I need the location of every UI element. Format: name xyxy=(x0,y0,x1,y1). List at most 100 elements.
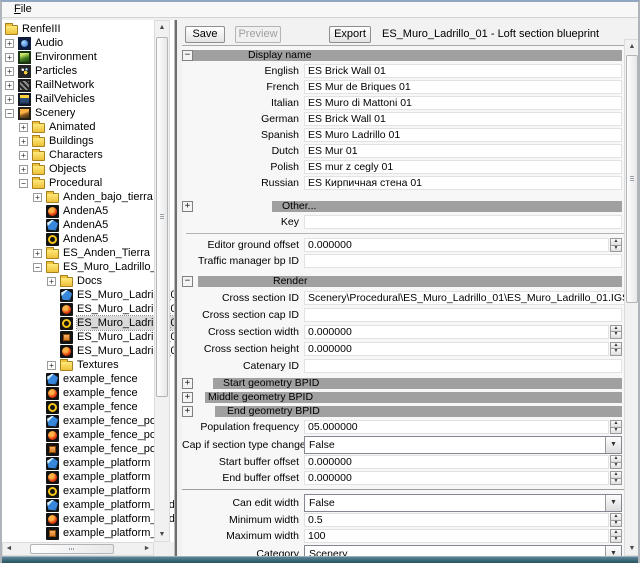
properties-vscroll-thumb[interactable] xyxy=(626,55,638,303)
tree-vscroll-thumb[interactable] xyxy=(156,37,168,397)
tree-item[interactable]: +Textures xyxy=(2,358,174,372)
tree-item[interactable]: example_fence_post xyxy=(2,428,174,442)
property-field[interactable] xyxy=(304,254,622,268)
spin-down-icon[interactable]: ▼ xyxy=(610,349,622,356)
chevron-down-icon[interactable]: ▼ xyxy=(605,546,621,557)
property-combobox[interactable]: False▼ xyxy=(304,436,622,454)
expand-icon[interactable]: + xyxy=(47,277,56,286)
expand-icon[interactable]: + xyxy=(19,123,28,132)
property-field[interactable]: 0.000000 xyxy=(304,471,609,485)
value-spinner[interactable]: ▲▼ xyxy=(610,455,622,469)
section-header-bar[interactable] xyxy=(272,201,622,212)
property-field[interactable]: ES Brick Wall 01 xyxy=(304,112,622,126)
collapse-icon[interactable]: − xyxy=(33,263,42,272)
section-expand-button[interactable]: + xyxy=(182,392,193,403)
tree-item[interactable]: −ES_Muro_Ladrillo_01 xyxy=(2,260,174,274)
section-expand-button[interactable]: + xyxy=(182,378,193,389)
expand-icon[interactable]: + xyxy=(5,53,14,62)
collapse-icon[interactable]: − xyxy=(5,109,14,118)
expand-icon[interactable]: + xyxy=(47,361,56,370)
spin-down-icon[interactable]: ▼ xyxy=(610,537,622,544)
chevron-down-icon[interactable]: ▼ xyxy=(605,437,621,453)
tree-item[interactable]: ES_Muro_Ladrillo_0 xyxy=(2,302,174,316)
tree-item[interactable]: +Objects xyxy=(2,162,174,176)
property-field[interactable]: 0.000000 xyxy=(304,455,609,469)
property-field[interactable]: 0.000000 xyxy=(304,342,609,356)
value-spinner[interactable]: ▲▼ xyxy=(610,238,622,252)
property-combobox[interactable]: False▼ xyxy=(304,494,622,512)
collapse-icon[interactable]: − xyxy=(19,179,28,188)
expand-icon[interactable]: + xyxy=(5,95,14,104)
tree-item[interactable]: +Particles xyxy=(2,64,174,78)
property-field[interactable]: 0.000000 xyxy=(304,238,609,252)
tree-item[interactable]: +Audio xyxy=(2,36,174,50)
spin-down-icon[interactable]: ▼ xyxy=(610,463,622,470)
property-field[interactable]: 100 xyxy=(304,529,609,543)
tree-item[interactable]: +Environment xyxy=(2,50,174,64)
property-field[interactable]: ES Muro Ladrillo 01 xyxy=(304,128,622,142)
property-field[interactable]: ES Brick Wall 01 xyxy=(304,64,622,78)
property-field[interactable]: 05.000000 xyxy=(304,420,609,434)
value-spinner[interactable]: ▲▼ xyxy=(610,471,622,485)
tree-item[interactable]: example_platform xyxy=(2,456,174,470)
property-field[interactable]: 0.000000 xyxy=(304,325,609,339)
tree-item[interactable]: +Buildings xyxy=(2,134,174,148)
property-field[interactable]: ES Mur 01 xyxy=(304,144,622,158)
tree-item[interactable]: +Anden_bajo_tierra xyxy=(2,190,174,204)
section-expand-button[interactable]: + xyxy=(182,406,193,417)
spin-down-icon[interactable]: ▼ xyxy=(610,428,622,435)
tree-item[interactable]: example_platform xyxy=(2,484,174,498)
tree-item[interactable]: AndenA5 xyxy=(2,218,174,232)
expand-icon[interactable]: + xyxy=(5,81,14,90)
property-combobox[interactable]: Scenery▼ xyxy=(304,545,622,557)
save-button[interactable]: Save xyxy=(185,26,225,43)
tree-item[interactable]: AndenA5 xyxy=(2,232,174,246)
export-button[interactable]: Export xyxy=(329,26,371,43)
section-expand-button[interactable]: + xyxy=(182,201,193,212)
scroll-down-icon[interactable]: ▼ xyxy=(625,542,639,555)
property-field[interactable] xyxy=(304,215,622,229)
tree-item[interactable]: example_fence_post xyxy=(2,442,174,456)
tree-item[interactable]: +Characters xyxy=(2,148,174,162)
property-field[interactable]: ES Mur de Briques 01 xyxy=(304,80,622,94)
tree-vertical-scrollbar[interactable]: ▲ ▼ xyxy=(154,20,170,542)
tree-item[interactable]: +Docs xyxy=(2,274,174,288)
tree-item[interactable]: ES_Muro_Ladrillo_0 xyxy=(2,288,174,302)
property-field[interactable]: ES Muro di Mattoni 01 xyxy=(304,96,622,110)
expand-icon[interactable]: + xyxy=(33,249,42,258)
chevron-down-icon[interactable]: ▼ xyxy=(605,495,621,511)
tree-item[interactable]: +Animated xyxy=(2,120,174,134)
expand-icon[interactable]: + xyxy=(19,137,28,146)
property-field[interactable] xyxy=(304,308,622,322)
tree-hscroll-thumb[interactable] xyxy=(30,544,114,554)
tree-item[interactable]: +RailNetwork xyxy=(2,78,174,92)
property-field[interactable]: ES mur z cegly 01 xyxy=(304,160,622,174)
value-spinner[interactable]: ▲▼ xyxy=(610,513,622,527)
scroll-left-icon[interactable]: ◄ xyxy=(3,543,15,555)
panel-divider[interactable] xyxy=(174,20,177,556)
value-spinner[interactable]: ▲▼ xyxy=(610,325,622,339)
tree-item[interactable]: example_fence_post xyxy=(2,414,174,428)
spin-down-icon[interactable]: ▼ xyxy=(610,332,622,339)
tree-item[interactable]: example_platform xyxy=(2,470,174,484)
scroll-right-icon[interactable]: ► xyxy=(141,543,153,555)
section-header-bar[interactable] xyxy=(198,276,622,287)
scroll-up-icon[interactable]: ▲ xyxy=(155,21,169,34)
section-collapse-button[interactable]: − xyxy=(182,276,193,287)
tree-item[interactable]: −Procedural xyxy=(2,176,174,190)
scroll-up-icon[interactable]: ▲ xyxy=(625,40,639,53)
spin-down-icon[interactable]: ▼ xyxy=(610,521,622,528)
tree-item[interactable]: example_platform_end xyxy=(2,512,174,526)
tree-item[interactable]: +RailVehicles xyxy=(2,92,174,106)
value-spinner[interactable]: ▲▼ xyxy=(610,342,622,356)
tree-item[interactable]: +ES_Anden_Tierra xyxy=(2,246,174,260)
tree-item[interactable]: ES_Muro_Ladrillo_0 xyxy=(2,316,174,330)
property-field[interactable]: ES Кирпичная стена 01 xyxy=(304,176,622,190)
expand-icon[interactable]: + xyxy=(19,151,28,160)
menu-file[interactable]: File xyxy=(10,2,36,17)
tree-item[interactable]: example_fence xyxy=(2,372,174,386)
scroll-down-icon[interactable]: ▼ xyxy=(155,528,169,541)
expand-icon[interactable]: + xyxy=(5,39,14,48)
property-field[interactable] xyxy=(304,359,622,373)
expand-icon[interactable]: + xyxy=(33,193,42,202)
